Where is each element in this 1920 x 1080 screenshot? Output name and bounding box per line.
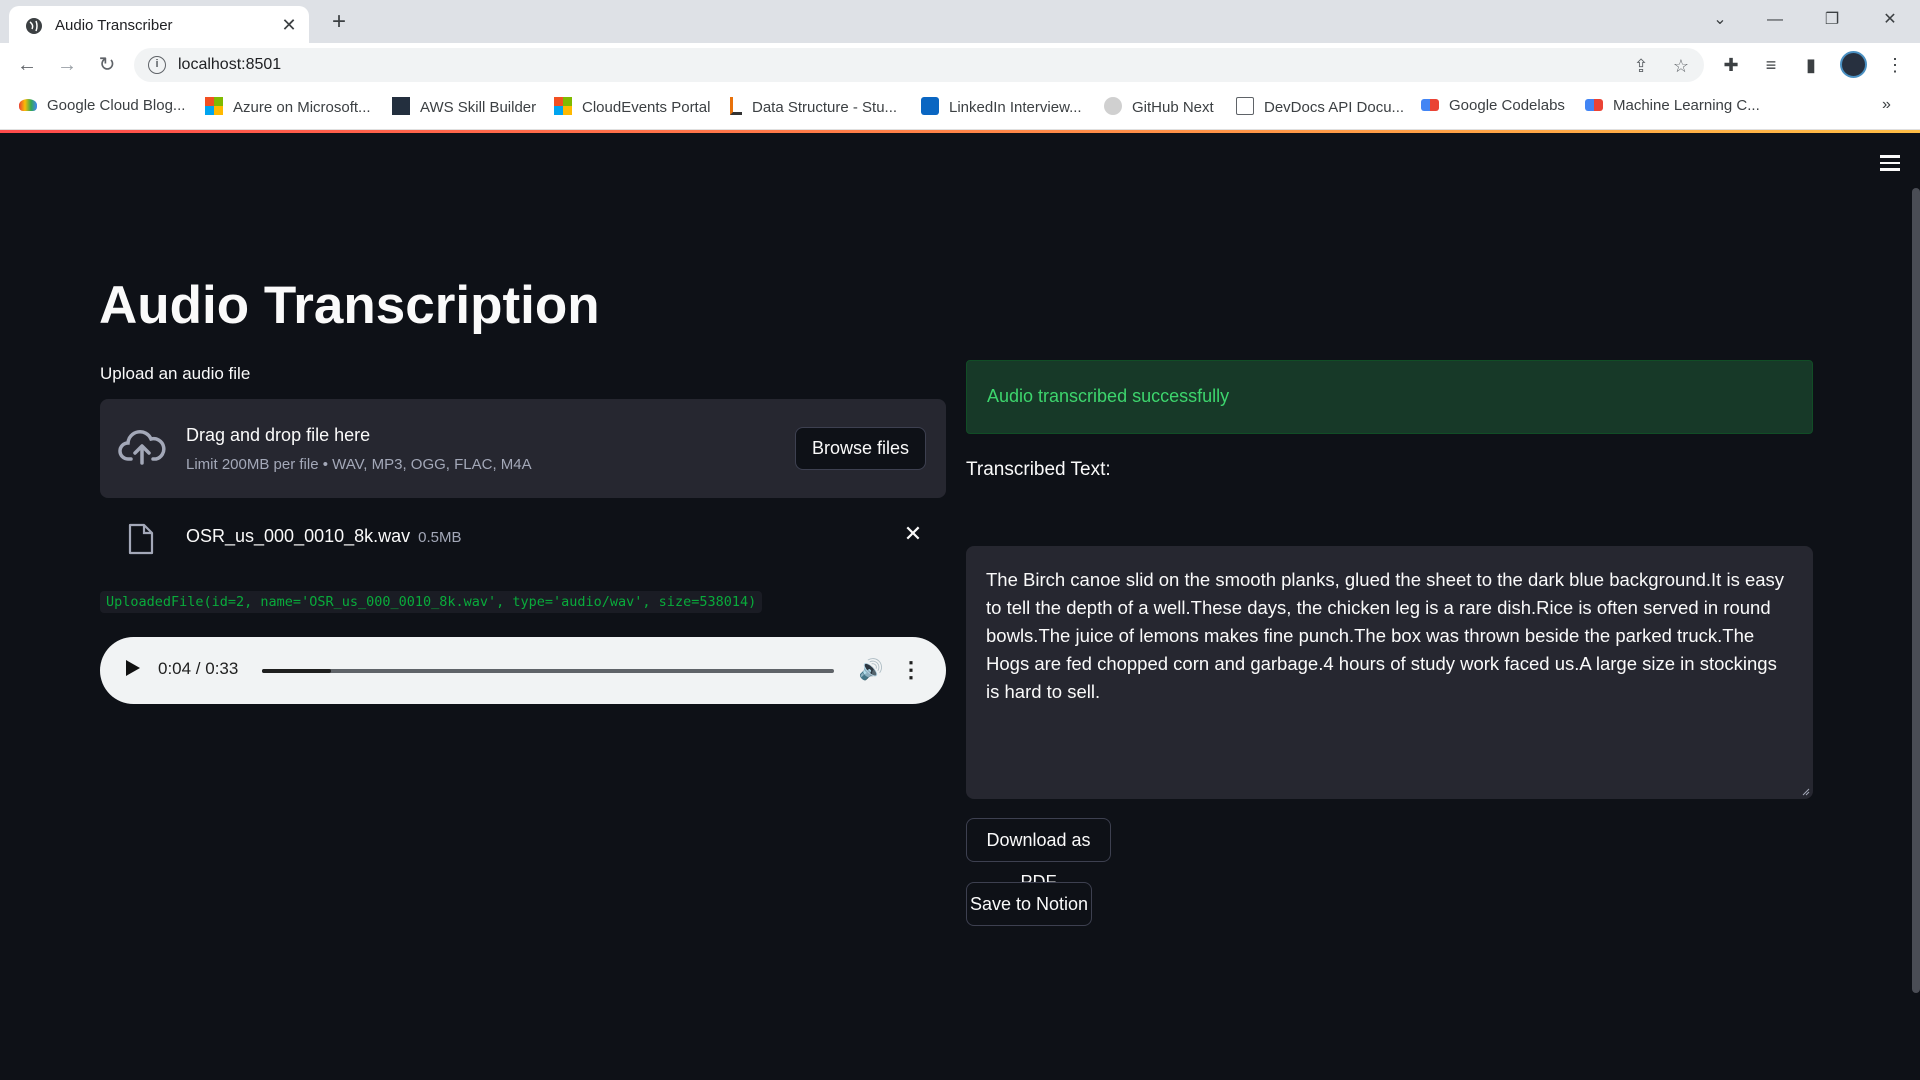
microsoft-icon [205,97,223,115]
bookmark-item[interactable]: Google Codelabs [1421,97,1565,119]
file-name-wrapper: OSR_us_000_0010_8k.wav 0.5MB [186,526,462,547]
bookmark-item[interactable]: Machine Learning C... [1585,97,1760,119]
restore-icon[interactable]: ❐ [1812,6,1852,34]
audio-time: 0:04 / 0:33 [158,659,239,678]
bookmark-item[interactable]: AWS Skill Builder [392,97,536,119]
forward-icon[interactable]: → [53,51,81,79]
remove-file-icon[interactable]: ✕ [900,521,926,547]
bookmarks-overflow-icon[interactable]: » [1882,96,1891,114]
minimize-icon[interactable]: — [1755,6,1795,34]
menu-dots-icon[interactable]: ⋮ [1882,52,1908,78]
uploaded-file-repr: UploadedFile(id=2, name='OSR_us_000_0010… [100,591,763,613]
bookmark-item[interactable]: CloudEvents Portal [554,97,710,119]
browser-toolbar: ← → ↻ i localhost:8501 ⇪ ☆ ✚ ≡ ▮ ⋮ [0,43,1920,86]
info-icon[interactable]: i [148,56,166,74]
devdocs-icon [1236,97,1254,115]
success-message: Audio transcribed successfully [987,386,1230,406]
volume-icon[interactable]: 🔊 [858,657,884,683]
bookmark-item[interactable]: LinkedIn Interview... [921,97,1082,119]
github-icon [1104,97,1122,115]
app-main: Audio Transcription Upload an audio file… [0,133,1920,1080]
linkedin-icon [921,97,939,115]
dropzone-title: Drag and drop file here [186,425,371,445]
media-icon[interactable]: ≡ [1758,52,1784,78]
bookmark-item[interactable]: Google Cloud Blog... [19,97,185,119]
close-window-icon[interactable]: ✕ [1870,6,1910,34]
bookmark-item[interactable]: Azure on Microsoft... [205,97,371,119]
close-tab-icon[interactable]: ✕ [279,15,299,35]
resize-handle-icon[interactable] [1800,786,1810,796]
file-size: 0.5MB [418,529,462,546]
extensions-icon[interactable]: ✚ [1718,52,1744,78]
uploaded-file-row: OSR_us_000_0010_8k.wav 0.5MB ✕ [100,511,946,561]
scrollbar[interactable] [1912,188,1920,993]
share-icon[interactable]: ⇪ [1630,55,1652,77]
bookmarks-bar: Google Cloud Blog... Azure on Microsoft.… [0,86,1920,130]
file-dropzone[interactable]: Drag and drop file here Limit 200MB per … [100,399,946,498]
success-alert: Audio transcribed successfully [966,360,1813,434]
bookmark-item[interactable]: Data Structure - Stu... [730,97,897,119]
transcribed-text: The Birch canoe slid on the smooth plank… [986,569,1785,702]
tab-title: Audio Transcriber [55,17,173,34]
codelabs-icon [1585,99,1603,111]
transcribed-textarea[interactable]: The Birch canoe slid on the smooth plank… [966,546,1813,799]
url-text[interactable]: localhost:8501 [178,56,281,74]
audio-more-icon[interactable]: ⋮ [900,657,922,683]
aws-icon [392,97,410,115]
browser-tabstrip: Audio Transcriber ✕ + ⌄ — ❐ ✕ [0,0,1920,43]
avatar[interactable] [1840,51,1867,78]
play-icon[interactable] [126,660,140,676]
transcribed-label: Transcribed Text: [966,459,1111,480]
dropzone-limit: Limit 200MB per file • WAV, MP3, OGG, FL… [186,456,532,473]
audio-progress-track[interactable] [262,669,834,673]
reload-icon[interactable]: ↻ [93,51,121,79]
audio-progress-fill [262,669,332,673]
side-panel-icon[interactable]: ▮ [1798,52,1824,78]
bookmark-item[interactable]: GitHub Next [1104,97,1214,119]
browser-tab[interactable]: Audio Transcriber ✕ [9,6,309,43]
microsoft-icon [554,97,572,115]
upload-label: Upload an audio file [100,364,251,383]
tab-search-icon[interactable]: ⌄ [1700,6,1740,34]
audio-player: 0:04 / 0:33 🔊 ⋮ [100,637,946,704]
address-bar[interactable]: i localhost:8501 ⇪ ☆ [134,48,1704,82]
globe-icon [26,18,42,34]
hamburger-menu-icon[interactable] [1880,155,1900,171]
codelabs-icon [1421,99,1439,111]
back-icon[interactable]: ← [13,51,41,79]
new-tab-icon[interactable]: + [326,10,352,36]
save-to-notion-button[interactable]: Save to Notion [966,882,1092,926]
data-structure-icon [730,97,742,115]
browse-files-button[interactable]: Browse files [795,427,926,470]
bookmark-item[interactable]: DevDocs API Docu... [1236,97,1404,119]
file-icon [128,523,154,555]
page-title: Audio Transcription [99,276,600,335]
file-name: OSR_us_000_0010_8k.wav [186,526,411,546]
google-cloud-icon [19,99,37,111]
download-pdf-button[interactable]: Download as PDF [966,818,1111,892]
cloud-upload-icon [118,430,166,465]
bookmark-star-icon[interactable]: ☆ [1670,55,1692,77]
